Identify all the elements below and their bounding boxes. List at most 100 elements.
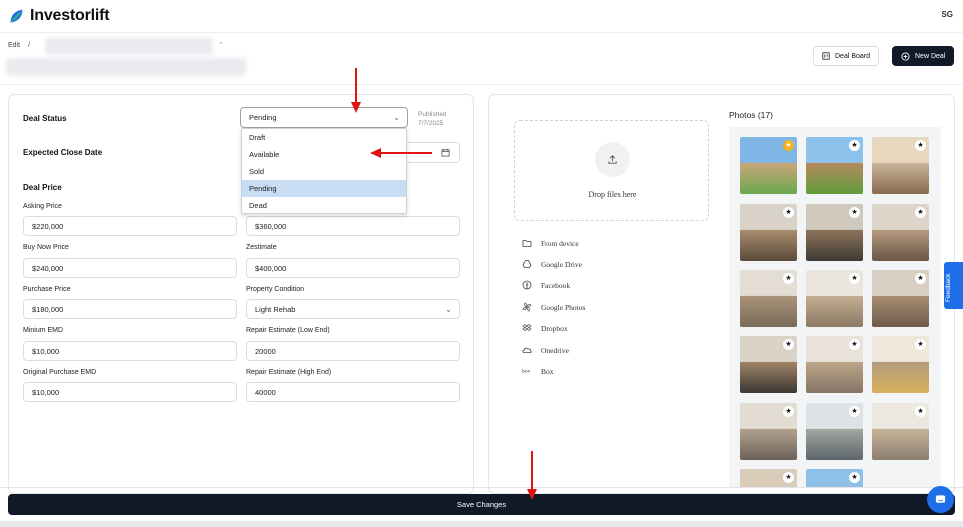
chevron-down-icon: ⌄ — [445, 305, 452, 314]
deal-status-select[interactable]: Pending ⌄ — [240, 107, 408, 128]
source-onedrive[interactable]: Onedrive — [522, 345, 569, 355]
annotation-arrow-down-save — [527, 451, 537, 500]
source-facebook[interactable]: Facebook — [522, 280, 570, 290]
breadcrumb-edit[interactable]: Edit — [8, 42, 20, 49]
purchase-price-input[interactable]: $180,000 — [23, 299, 237, 319]
calendar-icon[interactable] — [441, 148, 450, 157]
footer-divider — [0, 487, 963, 488]
photo-thumbnail[interactable]: ★ — [872, 270, 929, 327]
star-icon[interactable]: ★ — [783, 207, 794, 218]
repair-low-label: Repair Estimate (Low End) — [246, 327, 330, 334]
breadcrumb-chevron-icon[interactable]: ⌃ — [218, 41, 224, 49]
status-option-dead[interactable]: Dead — [242, 197, 406, 214]
source-label: Google Drive — [541, 259, 583, 269]
star-icon[interactable]: ★ — [783, 472, 794, 483]
box-icon: box — [522, 369, 531, 375]
photo-thumbnail[interactable]: ★ — [806, 137, 863, 194]
minimum-emd-value: $10,000 — [32, 346, 60, 356]
repair-high-value: 40000 — [255, 387, 276, 397]
property-condition-select[interactable]: Light Rehab ⌄ — [246, 299, 460, 319]
source-from-device[interactable]: From device — [522, 238, 579, 248]
chevron-down-icon: ⌄ — [393, 113, 400, 122]
arv-input[interactable]: $360,000 — [246, 216, 460, 236]
minimum-emd-label: Minium EMD — [23, 327, 64, 334]
breadcrumb-separator: / — [28, 42, 31, 49]
photo-thumbnail[interactable]: ★ — [740, 204, 797, 261]
chat-launcher-button[interactable] — [927, 486, 954, 513]
blurred-deal-name — [45, 38, 213, 55]
feedback-tab[interactable]: Feedback — [944, 262, 963, 309]
source-google-drive[interactable]: Google Drive — [522, 259, 582, 269]
photo-thumbnail[interactable]: ★ — [806, 270, 863, 327]
folder-icon — [522, 240, 532, 247]
star-icon[interactable]: ★ — [915, 140, 926, 151]
photo-thumbnail[interactable]: ★ — [806, 204, 863, 261]
source-label: Facebook — [541, 280, 571, 290]
status-option-pending[interactable]: Pending — [242, 180, 406, 197]
asking-price-input[interactable]: $220,000 — [23, 216, 237, 236]
repair-low-input[interactable]: 20000 — [246, 341, 460, 361]
zestimate-value: $400,000 — [255, 263, 287, 273]
photo-thumbnail[interactable]: ★ — [872, 137, 929, 194]
star-icon[interactable]: ★ — [783, 406, 794, 417]
new-deal-label: New Deal — [915, 52, 946, 60]
logo[interactable]: Investorlift — [8, 7, 110, 25]
user-avatar[interactable]: SG — [941, 10, 953, 19]
star-icon[interactable]: ★ — [849, 406, 860, 417]
app-name: Investorlift — [30, 7, 110, 24]
file-dropzone[interactable]: Drop files here — [514, 120, 709, 221]
annotation-arrow-left — [370, 148, 432, 158]
buy-now-price-label: Buy Now Price — [23, 244, 69, 251]
purchase-price-value: $180,000 — [32, 304, 64, 314]
zestimate-input[interactable]: $400,000 — [246, 258, 460, 278]
deal-status-dropdown: Draft Available Sold Pending Dead — [241, 128, 407, 214]
source-dropbox[interactable]: Dropbox — [522, 323, 568, 333]
photo-thumbnail[interactable]: ★ — [740, 137, 797, 194]
photo-thumbnail[interactable]: ★ — [806, 403, 863, 460]
photo-thumbnail[interactable]: ★ — [872, 403, 929, 460]
expected-close-date-label: Expected Close Date — [23, 148, 103, 157]
star-icon[interactable]: ★ — [849, 273, 860, 284]
deal-board-label: Deal Board — [835, 52, 871, 60]
buy-now-price-input[interactable]: $240,000 — [23, 258, 237, 278]
google-drive-icon — [522, 260, 532, 268]
source-label: Box — [541, 366, 554, 376]
photo-thumbnail[interactable]: ★ — [806, 469, 863, 487]
star-icon[interactable]: ★ — [915, 339, 926, 350]
star-icon[interactable]: ★ — [849, 140, 860, 151]
star-icon[interactable]: ★ — [915, 406, 926, 417]
minimum-emd-input[interactable]: $10,000 — [23, 341, 237, 361]
source-google-photos[interactable]: Google Photos — [522, 302, 585, 312]
deal-board-button[interactable]: Deal Board — [813, 46, 880, 66]
star-icon[interactable]: ★ — [849, 207, 860, 218]
save-changes-button[interactable]: Save Changes — [8, 494, 955, 515]
star-icon[interactable]: ★ — [915, 207, 926, 218]
photo-thumbnail[interactable]: ★ — [740, 403, 797, 460]
photo-thumbnail[interactable]: ★ — [872, 336, 929, 393]
photo-thumbnail[interactable]: ★ — [872, 204, 929, 261]
source-box[interactable]: box Box — [522, 366, 554, 376]
annotation-arrow-down — [351, 68, 361, 113]
star-icon[interactable]: ★ — [783, 140, 794, 151]
photo-thumbnail[interactable]: ★ — [740, 270, 797, 327]
repair-high-label: Repair Estimate (High End) — [246, 369, 332, 376]
status-option-draft[interactable]: Draft — [242, 129, 406, 146]
status-option-sold[interactable]: Sold — [242, 163, 406, 180]
new-deal-button[interactable]: New Deal — [892, 46, 955, 66]
star-icon[interactable]: ★ — [915, 273, 926, 284]
star-icon[interactable]: ★ — [849, 339, 860, 350]
photo-thumbnail[interactable]: ★ — [806, 336, 863, 393]
repair-high-input[interactable]: 40000 — [246, 382, 460, 402]
photo-thumbnail[interactable]: ★ — [740, 469, 797, 487]
star-icon[interactable]: ★ — [783, 339, 794, 350]
star-icon[interactable]: ★ — [849, 472, 860, 483]
star-icon[interactable]: ★ — [783, 273, 794, 284]
photo-thumbnail[interactable]: ★ — [740, 336, 797, 393]
source-label: Dropbox — [541, 323, 568, 333]
deal-status-value: Pending — [249, 113, 277, 122]
header-divider — [0, 84, 963, 85]
arv-value: $360,000 — [255, 221, 287, 231]
dropbox-icon — [522, 324, 532, 331]
repair-low-value: 20000 — [255, 346, 276, 356]
original-emd-input[interactable]: $10,000 — [23, 382, 237, 402]
